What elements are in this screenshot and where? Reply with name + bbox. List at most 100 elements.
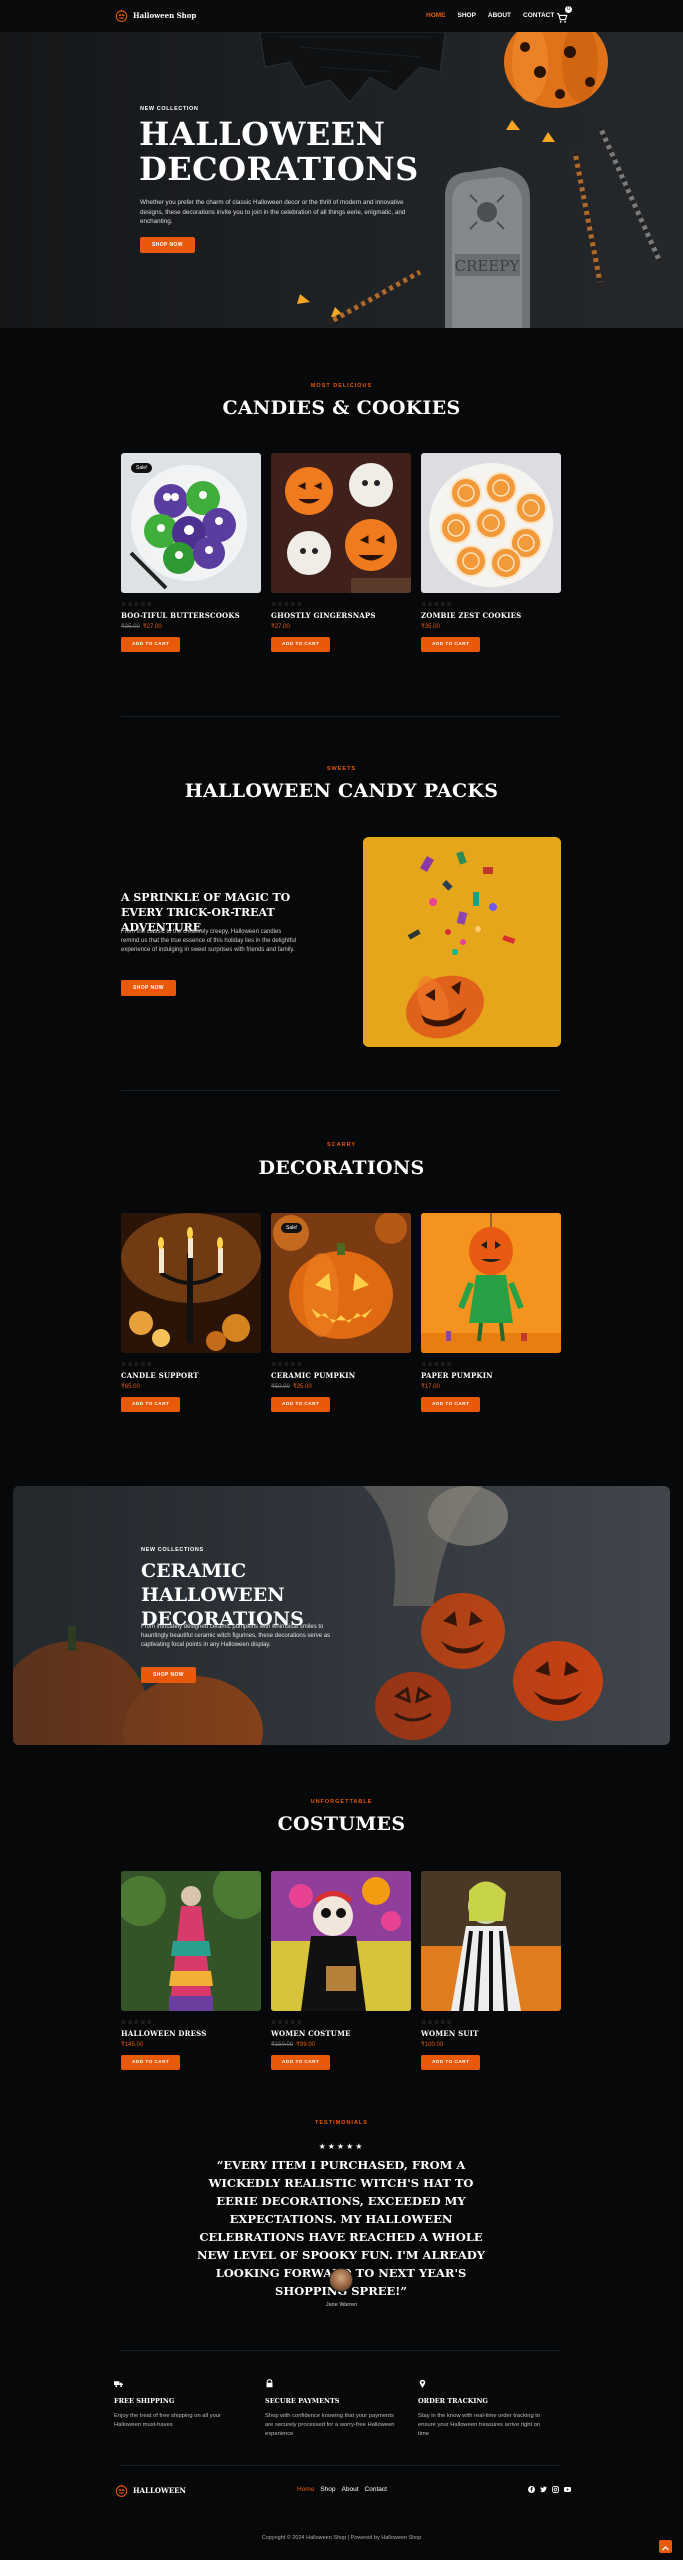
main-nav: HOME SHOP ABOUT CONTACT (426, 12, 554, 19)
product-image[interactable]: Sale! (271, 1213, 411, 1353)
product-price: ₹17.00 (421, 1383, 561, 1390)
add-to-cart-button[interactable]: ADD TO CART (421, 2055, 481, 2070)
product-price: ₹27.00 (271, 623, 411, 630)
rating-stars: ☆☆☆☆☆ (121, 1361, 153, 1368)
flying-candies-image (363, 837, 561, 1047)
product-name[interactable]: GHOSTLY GINGERSNAPS (271, 611, 411, 620)
hero-title: HALLOWEEN DECORATIONS (139, 115, 419, 188)
product-name[interactable]: BOO-TIFUL BUTTERSCOOKS (121, 611, 261, 620)
ceramic-decorations-banner: NEW COLLECTIONS CERAMIC HALLOWEEN DECORA… (13, 1486, 670, 1745)
add-to-cart-button[interactable]: ADD TO CART (271, 2055, 331, 2070)
hero-shop-now-button[interactable]: SHOP NOW (140, 237, 195, 253)
product-name[interactable]: WOMEN SUIT (421, 2029, 561, 2038)
facebook-icon[interactable] (528, 2486, 535, 2493)
add-to-cart-button[interactable]: ADD TO CART (121, 1397, 181, 1412)
footer-nav-home[interactable]: Home (297, 2486, 314, 2493)
nav-shop[interactable]: SHOP (458, 12, 476, 19)
cart-icon (556, 13, 568, 23)
footer-nav-shop[interactable]: Shop (320, 2486, 335, 2493)
rating-stars: ☆☆☆☆☆ (271, 1361, 303, 1368)
section-divider (121, 2465, 561, 2466)
product-image[interactable] (121, 1213, 261, 1353)
add-to-cart-button[interactable]: ADD TO CART (271, 637, 331, 652)
decorations-title: DECORATIONS (258, 1157, 425, 1179)
halloween-dress-image (121, 1871, 261, 2011)
product-image[interactable] (271, 1871, 411, 2011)
feature-description: Stay in the know with real-time order tr… (418, 2413, 541, 2437)
product-card: Sale! ☆☆☆☆☆ CERAMIC PUMPKIN ₹50.00 ₹35.00… (271, 1213, 411, 1412)
product-price: ₹65.00 (121, 1383, 261, 1390)
feature-title: SECURE PAYMENTS (265, 2397, 340, 2405)
current-price: ₹35.00 (421, 624, 440, 630)
instagram-icon[interactable] (552, 2486, 559, 2493)
rating-stars: ☆☆☆☆☆ (421, 2019, 453, 2026)
nav-home[interactable]: HOME (426, 12, 446, 19)
women-costume-image (271, 1871, 411, 2011)
product-image[interactable] (421, 453, 561, 593)
product-price: ₹50.00 ₹35.00 (271, 1383, 411, 1390)
hero-eyebrow: NEW COLLECTION (140, 106, 199, 112)
product-name[interactable]: CANDLE SUPPORT (121, 1371, 261, 1380)
product-card: Sale! ☆☆☆☆☆ BOO-TIFUL BUTTERSCOOKS ₹35.0… (121, 453, 261, 652)
ceramic-eyebrow: NEW COLLECTIONS (141, 1547, 204, 1553)
old-price: ₹35.00 (121, 624, 140, 630)
decorations-eyebrow: SCARRY (326, 1142, 357, 1148)
paper-pumpkin-image (421, 1213, 561, 1353)
product-image[interactable] (271, 453, 411, 593)
candy-packs-image (363, 837, 561, 1047)
add-to-cart-button[interactable]: ADD TO CART (271, 1397, 331, 1412)
candy-packs-description: From the classic to the creatively creep… (121, 929, 297, 953)
site-logo[interactable]: Halloween Shop (115, 9, 196, 22)
product-image[interactable]: Sale! (121, 453, 261, 593)
product-image[interactable] (421, 1871, 561, 2011)
ceramic-banner-image (13, 1486, 670, 1745)
footer-nav-contact[interactable]: Contact (365, 2486, 387, 2493)
candies-title: CANDIES & COOKIES (222, 397, 461, 419)
product-card: ☆☆☆☆☆ CANDLE SUPPORT ₹65.00 ADD TO CART (121, 1213, 261, 1412)
current-price: ₹100.00 (421, 2042, 444, 2048)
product-name[interactable]: PAPER PUMPKIN (421, 1371, 561, 1380)
footer-logo[interactable]: HALLOWEEN (115, 2484, 186, 2497)
feature-order-tracking: ORDER TRACKING Stay in the know with rea… (418, 2373, 548, 2439)
carved-pumpkin-image (271, 1213, 411, 1353)
nav-contact[interactable]: CONTACT (523, 12, 554, 19)
rating-stars: ☆☆☆☆☆ (271, 2019, 303, 2026)
cart-button[interactable]: 0 (556, 6, 572, 23)
candy-packs-title: HALLOWEEN CANDY PACKS (184, 780, 499, 802)
add-to-cart-button[interactable]: ADD TO CART (421, 1397, 481, 1412)
women-suit-image (421, 1871, 561, 2011)
current-price: ₹27.00 (271, 624, 290, 630)
hero-banner: CREEPY NEW COLLECTION HALLOWEEN DECORATI… (0, 32, 683, 328)
testimonials-eyebrow: TESTIMONIALS (315, 2120, 368, 2126)
add-to-cart-button[interactable]: ADD TO CART (121, 637, 181, 652)
product-name[interactable]: ZOMBIE ZEST COOKIES (421, 611, 561, 620)
add-to-cart-button[interactable]: ADD TO CART (121, 2055, 181, 2070)
candy-packs-eyebrow: SWEETS (326, 766, 357, 772)
ceramic-title: CERAMIC HALLOWEEN DECORATIONS (141, 1560, 304, 1630)
old-price: ₹50.00 (271, 1384, 290, 1390)
add-to-cart-button[interactable]: ADD TO CART (421, 637, 481, 652)
testimonial-author: Jane Warren (325, 2302, 358, 2308)
twitter-icon[interactable] (540, 2486, 547, 2493)
product-name[interactable]: WOMEN COSTUME (271, 2029, 411, 2038)
candy-packs-shop-now-button[interactable]: SHOP NOW (121, 980, 176, 996)
product-card: ☆☆☆☆☆ WOMEN SUIT ₹100.00 ADD TO CART (421, 1871, 561, 2070)
product-card: ☆☆☆☆☆ HALLOWEEN DRESS ₹145.00 ADD TO CAR… (121, 1871, 261, 2070)
youtube-icon[interactable] (564, 2486, 571, 2493)
footer-nav: Home Shop About Contact (297, 2486, 387, 2493)
product-name[interactable]: CERAMIC PUMPKIN (271, 1371, 411, 1380)
product-name[interactable]: HALLOWEEN DRESS (121, 2029, 261, 2038)
product-image[interactable] (421, 1213, 561, 1353)
rating-stars: ☆☆☆☆☆ (271, 601, 303, 608)
scroll-to-top-button[interactable] (659, 2540, 672, 2553)
product-image[interactable] (121, 1871, 261, 2011)
rating-stars: ☆☆☆☆☆ (121, 2019, 153, 2026)
footer-nav-about[interactable]: About (342, 2486, 359, 2493)
footer-logo-text: HALLOWEEN (133, 2486, 186, 2495)
ceramic-shop-now-button[interactable]: SHOP NOW (141, 1667, 196, 1683)
product-card: ☆☆☆☆☆ PAPER PUMPKIN ₹17.00 ADD TO CART (421, 1213, 561, 1412)
nav-about[interactable]: ABOUT (488, 12, 511, 19)
section-divider (121, 716, 561, 717)
pumpkin-logo-icon (115, 9, 128, 22)
pumpkin-cookies-image (271, 453, 411, 593)
